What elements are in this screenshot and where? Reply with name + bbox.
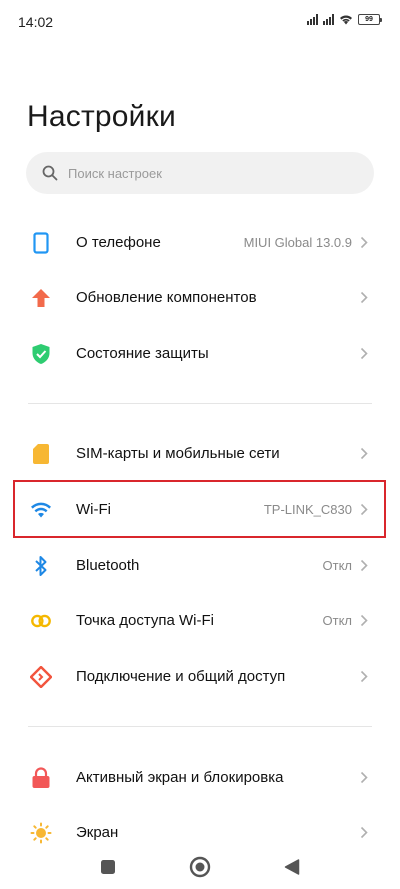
battery-icon: 99: [358, 14, 382, 25]
row-label: Обновление компонентов: [76, 289, 257, 306]
row-value: Откл: [322, 558, 353, 573]
share-icon: [30, 665, 52, 688]
back-icon[interactable]: [281, 856, 303, 878]
row-label: О телефоне: [76, 234, 161, 251]
settings-row-about-phone[interactable]: О телефоне MIUI Global 13.0.9: [0, 215, 400, 270]
settings-row-protection[interactable]: Состояние защиты: [0, 326, 400, 381]
search-icon: [42, 165, 58, 181]
hotspot-icon: [30, 610, 52, 632]
phone-icon: [30, 231, 52, 254]
lock-icon: [30, 766, 52, 789]
chevron-right-icon: [360, 236, 370, 250]
chevron-right-icon: [360, 670, 370, 684]
navigation-bar: [0, 848, 400, 889]
row-label: Состояние защиты: [76, 345, 209, 362]
settings-row-lock-screen[interactable]: Активный экран и блокировка: [0, 750, 400, 805]
chevron-right-icon: [360, 291, 370, 305]
shield-check-icon: [30, 343, 52, 365]
row-label: Bluetooth: [76, 557, 140, 574]
chevron-right-icon: [360, 771, 370, 785]
arrow-up-icon: [30, 287, 52, 309]
settings-row-sim[interactable]: SIM-карты и мобильные сети: [0, 426, 400, 481]
wifi-icon: [339, 14, 353, 25]
chevron-right-icon: [360, 447, 370, 461]
signal-icon: [323, 14, 334, 25]
chevron-right-icon: [360, 347, 370, 361]
section-divider: [28, 726, 372, 727]
status-icons: 99: [307, 14, 382, 25]
row-label: Активный экран и блокировка: [76, 769, 284, 786]
recents-icon[interactable]: [97, 856, 119, 878]
row-label: Экран: [76, 824, 119, 841]
settings-row-connection-sharing[interactable]: Подключение и общий доступ: [0, 649, 400, 704]
status-bar: 14:02 99: [0, 0, 400, 40]
row-label: Точка доступа Wi-Fi: [76, 612, 214, 629]
section-divider: [28, 403, 372, 404]
row-value: MIUI Global 13.0.9: [243, 235, 352, 250]
home-icon[interactable]: [189, 856, 211, 878]
bluetooth-icon: [30, 555, 52, 577]
row-label: SIM-карты и мобильные сети: [76, 445, 280, 462]
chevron-right-icon: [360, 559, 370, 573]
sun-icon: [30, 822, 52, 844]
row-label: Подключение и общий доступ: [76, 668, 286, 685]
page-title: Настройки: [27, 100, 176, 133]
wifi-highlight-frame: [13, 480, 386, 538]
chevron-right-icon: [360, 614, 370, 628]
signal-icon: [307, 14, 318, 25]
battery-level: 99: [365, 16, 373, 23]
settings-row-hotspot[interactable]: Точка доступа Wi-Fi Откл: [0, 593, 400, 648]
settings-row-updates[interactable]: Обновление компонентов: [0, 270, 400, 325]
search-bar[interactable]: [26, 152, 374, 194]
chevron-right-icon: [360, 826, 370, 840]
row-value: Откл: [322, 613, 353, 628]
search-input[interactable]: [68, 165, 328, 181]
sim-card-icon: [30, 443, 52, 465]
status-time: 14:02: [18, 14, 54, 30]
settings-row-bluetooth[interactable]: Bluetooth Откл: [0, 538, 400, 593]
